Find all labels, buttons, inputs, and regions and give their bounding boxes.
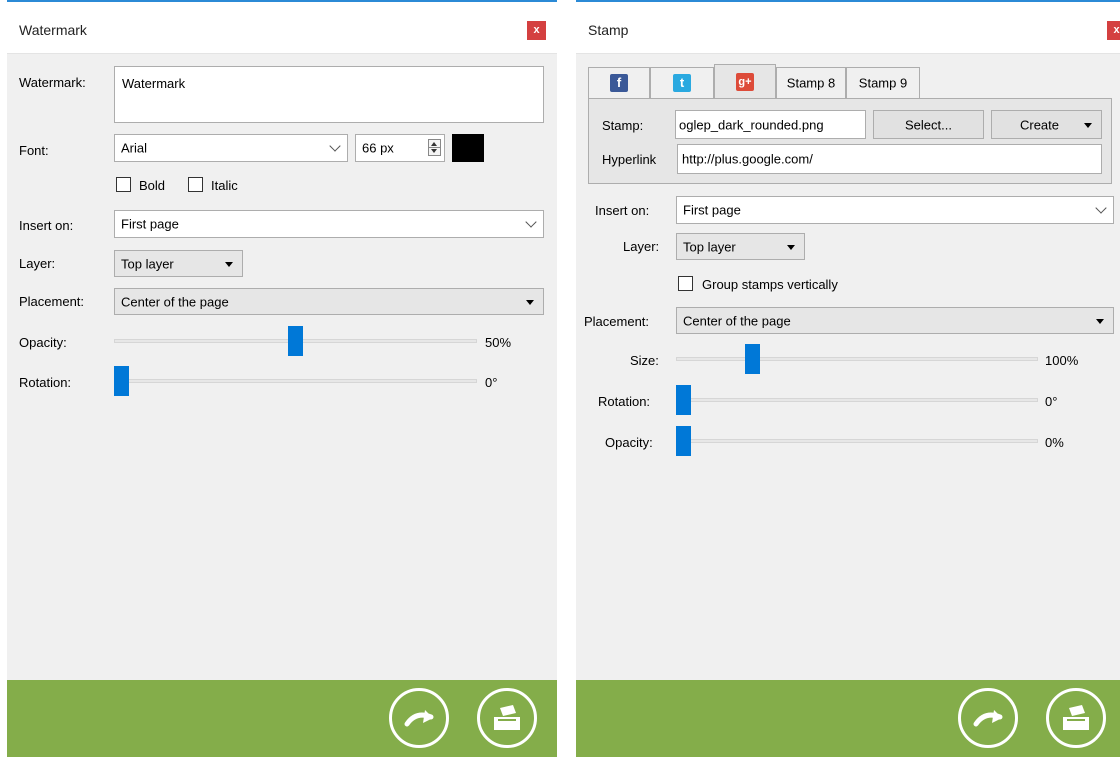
font-size-value: 66 px bbox=[362, 140, 394, 156]
hyperlink-label: Hyperlink bbox=[602, 152, 657, 167]
hyperlink-value: http://plus.google.com/ bbox=[682, 151, 813, 167]
italic-checkbox[interactable] bbox=[188, 177, 203, 192]
font-size-stepper[interactable]: 66 px bbox=[355, 134, 445, 162]
spinner-arrows-icon[interactable] bbox=[428, 139, 441, 156]
opacity-slider-thumb[interactable] bbox=[676, 426, 691, 456]
stamp-panel: Stamp x f t g+ Stamp 8 Stamp 9 Stamp: og… bbox=[576, 0, 1120, 757]
opacity-label: Opacity: bbox=[605, 435, 653, 450]
layer-value: Top layer bbox=[121, 256, 174, 271]
stamp-file-label: Stamp: bbox=[602, 118, 644, 133]
tab-label: Stamp 9 bbox=[858, 75, 908, 91]
output-button[interactable] bbox=[1046, 688, 1106, 748]
size-label: Size: bbox=[630, 353, 659, 368]
placement-label: Placement: bbox=[19, 294, 85, 309]
tab-facebook[interactable]: f bbox=[588, 67, 650, 98]
group-vertically-label: Group stamps vertically bbox=[702, 277, 838, 292]
rotation-slider-thumb[interactable] bbox=[114, 366, 129, 396]
panel-title: Stamp bbox=[588, 22, 629, 38]
font-select[interactable]: Arial bbox=[114, 134, 348, 162]
size-slider-track[interactable] bbox=[676, 357, 1038, 361]
watermark-text-value: Watermark bbox=[122, 76, 186, 91]
output-tray-icon bbox=[1063, 705, 1089, 730]
layer-select[interactable]: Top layer bbox=[114, 250, 243, 277]
insert-on-label: Insert on: bbox=[595, 203, 650, 218]
opacity-value: 0% bbox=[1045, 435, 1064, 450]
size-value: 100% bbox=[1045, 353, 1079, 368]
font-select-value: Arial bbox=[121, 140, 148, 156]
watermark-text-input[interactable]: Watermark bbox=[114, 66, 544, 123]
tab-label: Stamp 8 bbox=[786, 75, 836, 91]
bold-checkbox[interactable] bbox=[116, 177, 131, 192]
tab-twitter[interactable]: t bbox=[650, 67, 714, 98]
stamp-file-value: oglep_dark_rounded.png bbox=[679, 117, 824, 132]
insert-on-select[interactable]: First page bbox=[114, 210, 544, 238]
layer-select[interactable]: Top layer bbox=[676, 233, 805, 260]
dropdown-arrow-icon bbox=[1084, 122, 1092, 128]
panel-title: Watermark bbox=[19, 22, 87, 38]
dropdown-arrow-icon bbox=[1096, 318, 1104, 324]
opacity-slider-track[interactable] bbox=[676, 439, 1038, 443]
twitter-icon: t bbox=[673, 74, 691, 92]
facebook-icon: f bbox=[610, 74, 628, 92]
watermark-text-label: Watermark: bbox=[19, 75, 86, 90]
output-tray-icon bbox=[494, 705, 520, 730]
next-button[interactable] bbox=[389, 688, 449, 748]
close-button[interactable]: x bbox=[1107, 21, 1120, 40]
rotation-slider-thumb[interactable] bbox=[676, 385, 691, 415]
opacity-value: 50% bbox=[485, 335, 512, 350]
forward-arrow-icon bbox=[973, 710, 1003, 727]
placement-select[interactable]: Center of the page bbox=[676, 307, 1114, 334]
watermark-footer-bar bbox=[7, 680, 557, 757]
rotation-slider-track[interactable] bbox=[676, 398, 1038, 402]
font-label: Font: bbox=[19, 143, 49, 158]
stamp-titlebar: Stamp x bbox=[576, 2, 1120, 54]
next-button[interactable] bbox=[958, 688, 1018, 748]
close-button[interactable]: x bbox=[527, 21, 546, 40]
chevron-down-icon bbox=[525, 216, 537, 228]
layer-label: Layer: bbox=[623, 239, 660, 254]
bold-label: Bold bbox=[139, 178, 166, 193]
create-button-label: Create bbox=[1019, 117, 1060, 132]
dropdown-arrow-icon bbox=[787, 244, 795, 250]
chevron-down-icon bbox=[329, 140, 341, 152]
italic-label: Italic bbox=[211, 178, 238, 193]
watermark-panel: Watermark x Watermark: Watermark Font: A… bbox=[7, 0, 557, 757]
insert-on-value: First page bbox=[121, 216, 179, 232]
placement-select[interactable]: Center of the page bbox=[114, 288, 544, 315]
rotation-label: Rotation: bbox=[19, 375, 72, 390]
layer-value: Top layer bbox=[683, 239, 736, 254]
watermark-titlebar: Watermark x bbox=[7, 2, 557, 54]
rotation-value: 0° bbox=[485, 375, 498, 390]
rotation-value: 0° bbox=[1045, 394, 1058, 409]
insert-on-value: First page bbox=[683, 202, 741, 218]
chevron-down-icon bbox=[1095, 202, 1107, 214]
select-button[interactable]: Select... bbox=[873, 110, 984, 139]
insert-on-label: Insert on: bbox=[19, 218, 74, 233]
output-button[interactable] bbox=[477, 688, 537, 748]
google-plus-icon: g+ bbox=[736, 72, 754, 91]
insert-on-select[interactable]: First page bbox=[676, 196, 1114, 224]
placement-label: Placement: bbox=[584, 314, 650, 329]
opacity-slider-thumb[interactable] bbox=[288, 326, 303, 356]
hyperlink-input[interactable]: http://plus.google.com/ bbox=[677, 144, 1102, 174]
rotation-slider-track[interactable] bbox=[114, 379, 477, 383]
placement-value: Center of the page bbox=[683, 313, 791, 328]
opacity-label: Opacity: bbox=[19, 335, 67, 350]
dropdown-arrow-icon bbox=[225, 261, 233, 267]
create-button[interactable]: Create bbox=[991, 110, 1102, 139]
select-button-label: Select... bbox=[905, 117, 952, 132]
dropdown-arrow-icon bbox=[526, 299, 534, 305]
rotation-label: Rotation: bbox=[598, 394, 651, 409]
font-color-swatch[interactable] bbox=[452, 134, 484, 162]
forward-arrow-icon bbox=[404, 710, 434, 727]
tab-google-plus[interactable]: g+ bbox=[714, 64, 776, 98]
stamp-footer-bar bbox=[576, 680, 1120, 757]
stamp-file-input[interactable]: oglep_dark_rounded.png bbox=[675, 110, 866, 139]
tab-stamp-9[interactable]: Stamp 9 bbox=[846, 67, 920, 98]
layer-label: Layer: bbox=[19, 256, 56, 271]
size-slider-thumb[interactable] bbox=[745, 344, 761, 374]
group-vertically-checkbox[interactable] bbox=[678, 276, 693, 291]
placement-value: Center of the page bbox=[121, 294, 229, 309]
tab-stamp-8[interactable]: Stamp 8 bbox=[776, 67, 846, 98]
